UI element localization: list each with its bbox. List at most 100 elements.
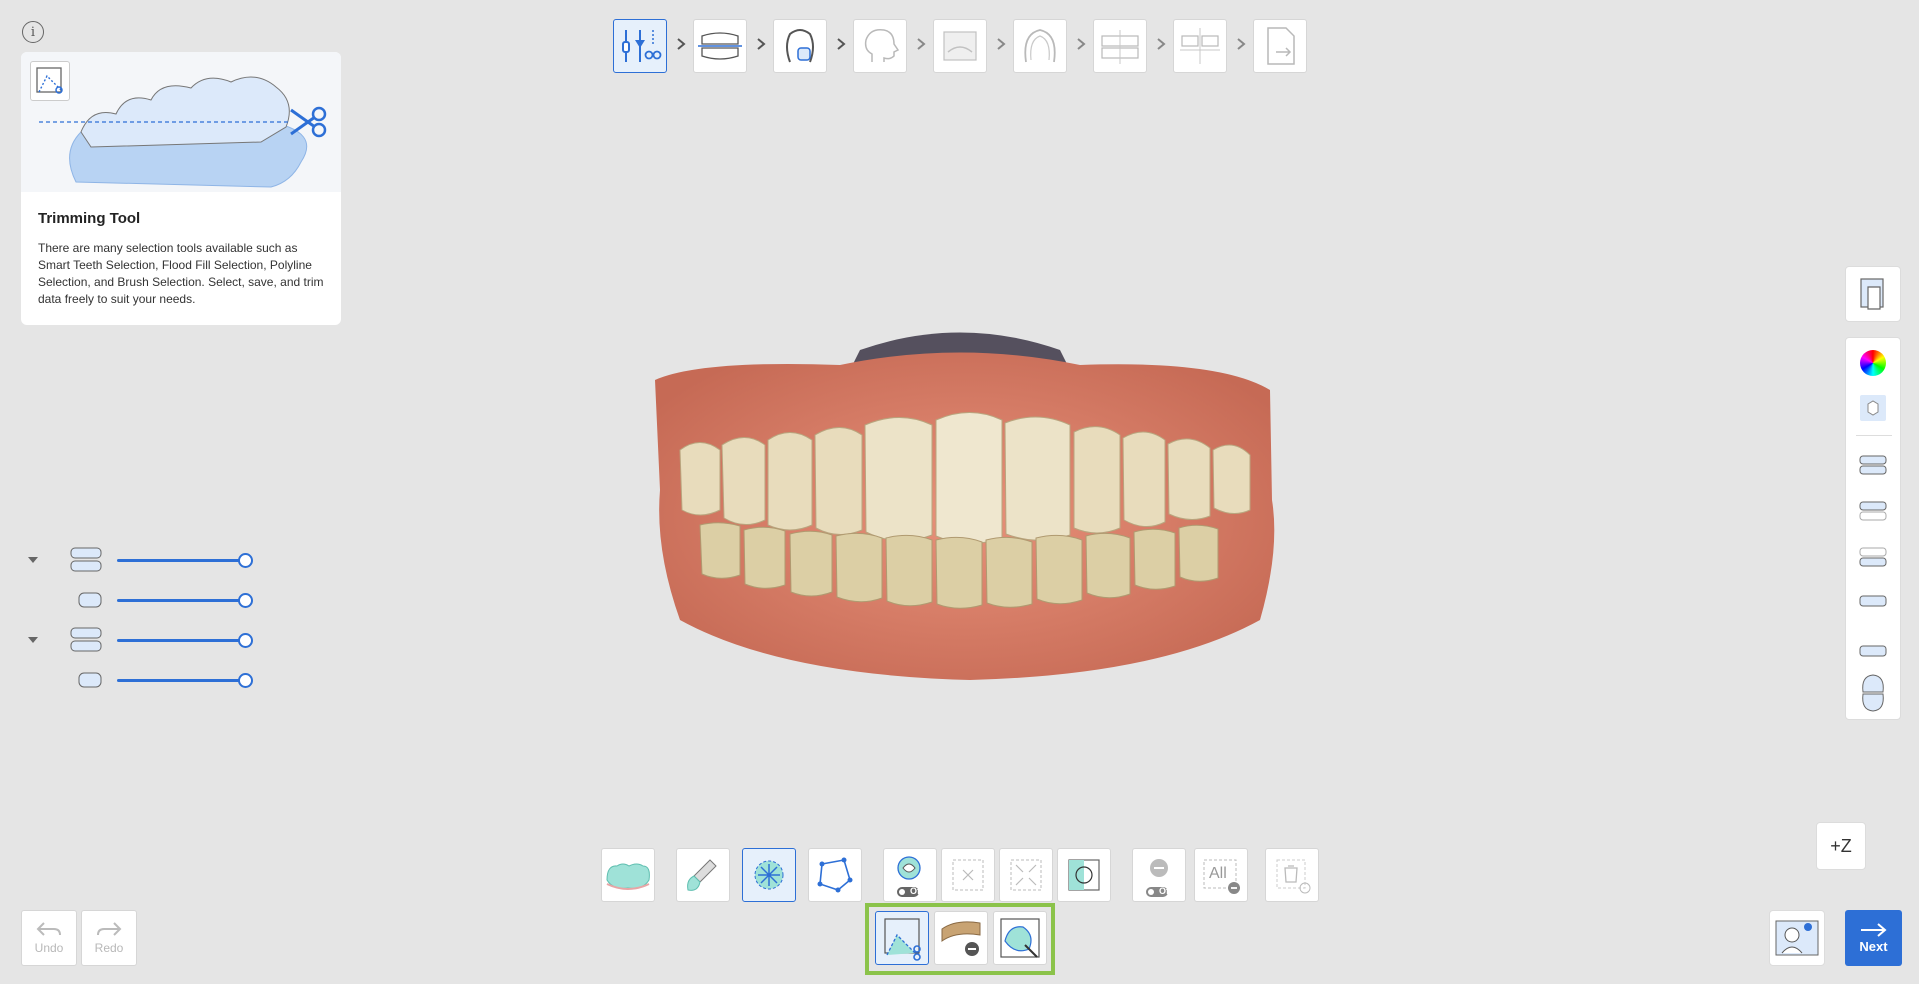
opacity-slider-knob[interactable]	[238, 553, 253, 568]
chevron-right-icon	[757, 38, 766, 50]
upper-lower-jaw-icon	[70, 547, 102, 572]
help-title: Trimming Tool	[38, 210, 141, 227]
color-wheel-icon[interactable]	[1860, 350, 1886, 376]
export-document-icon	[1267, 27, 1295, 65]
brush-icon	[687, 859, 717, 891]
lower-jaw-icon	[78, 672, 102, 688]
collapse-caret-icon[interactable]	[27, 635, 39, 645]
delete-selection-button[interactable]	[1265, 848, 1319, 902]
layer-row-lower-group	[22, 625, 253, 655]
chevron-right-icon	[677, 38, 686, 50]
polyline-icon	[817, 857, 853, 893]
opacity-slider-track[interactable]	[117, 599, 247, 602]
layer-row-upper-sub	[22, 585, 253, 615]
all-label: All	[1209, 865, 1227, 882]
face-profile-icon	[864, 28, 900, 62]
next-button[interactable]: Next	[1845, 910, 1902, 966]
invert-selection-button[interactable]	[1057, 848, 1111, 902]
workflow-step-alignment[interactable]	[1093, 19, 1147, 73]
upper-only-icon[interactable]	[1858, 588, 1888, 618]
workflow-step-face-scan[interactable]	[853, 19, 907, 73]
toggle-off-label: Off	[1159, 886, 1172, 896]
opacity-slider-knob[interactable]	[238, 593, 253, 608]
smart-teeth-icon	[606, 863, 650, 890]
lock-area-icon	[941, 921, 981, 956]
help-card: Trimming Tool There are many selection t…	[21, 52, 341, 325]
see-through-toggle-button[interactable]: Off	[883, 848, 937, 902]
alignment-icon	[1101, 30, 1139, 64]
workflow-step-trimming[interactable]	[613, 19, 667, 73]
layer-row-lower-sub	[22, 665, 253, 695]
flood-fill-icon	[754, 860, 784, 890]
workflow-step-occlusion[interactable]	[693, 19, 747, 73]
cbct-icon	[943, 31, 977, 61]
lower-only-icon[interactable]	[1858, 634, 1888, 664]
deselect-visible-button[interactable]	[999, 848, 1053, 902]
smart-teeth-selection-button[interactable]	[601, 848, 655, 902]
chevron-right-icon	[1077, 38, 1086, 50]
chevron-right-icon	[997, 38, 1006, 50]
workflow-step-arch[interactable]	[1013, 19, 1067, 73]
chevron-right-icon	[1237, 38, 1246, 50]
z-axis-button[interactable]: +Z	[1816, 822, 1866, 870]
split-jaw-icon	[1180, 28, 1220, 64]
layer-row-upper-group	[22, 545, 253, 575]
lower-jaw-layer-icon[interactable]	[1858, 542, 1888, 572]
upper-lower-jaw-icon	[70, 627, 102, 652]
tutorial-button[interactable]	[1769, 910, 1825, 966]
clear-all-selection-button[interactable]: All	[1194, 848, 1248, 902]
workflow-step-margin[interactable]	[773, 19, 827, 73]
upper-jaw-layer-icon[interactable]	[1858, 496, 1888, 526]
flood-fill-selection-button[interactable]	[742, 848, 796, 902]
dental-3d-model-viewport[interactable]	[640, 320, 1290, 680]
arch-tooth-icon	[786, 29, 814, 63]
opacity-slider-track[interactable]	[117, 639, 247, 642]
trimming-illustration	[21, 52, 341, 192]
help-description: There are many selection tools available…	[38, 241, 324, 306]
opacity-slider-knob[interactable]	[238, 673, 253, 688]
remove-toggle-button[interactable]: Off	[1132, 848, 1186, 902]
both-jaws-icon[interactable]	[1858, 450, 1888, 480]
invert-selection-icon	[1068, 859, 1100, 891]
undo-arrow-icon	[36, 922, 61, 936]
toggle-off-label: Off	[910, 886, 923, 896]
divider	[1856, 435, 1892, 436]
opacity-slider-track[interactable]	[117, 559, 247, 562]
texture-cube-icon[interactable]	[1860, 395, 1886, 421]
occlusion-icon	[698, 32, 742, 60]
upper-jaw-icon	[78, 592, 102, 608]
redo-label: Redo	[94, 941, 124, 955]
visible-area-icon	[952, 859, 984, 891]
collapse-caret-icon[interactable]	[27, 555, 39, 565]
expand-area-icon	[1010, 859, 1042, 891]
arrow-right-icon	[1860, 923, 1887, 937]
fill-hole-icon	[1000, 918, 1040, 958]
next-label: Next	[1859, 939, 1888, 954]
redo-button[interactable]: Redo	[81, 910, 137, 966]
document-view-icon	[1860, 278, 1884, 310]
trim-selection-button[interactable]	[875, 911, 929, 965]
workflow-step-cbct[interactable]	[933, 19, 987, 73]
trim-tool-icon	[30, 61, 70, 101]
redo-arrow-icon	[97, 922, 122, 936]
lock-selection-button[interactable]	[934, 911, 988, 965]
brush-selection-button[interactable]	[676, 848, 730, 902]
info-button[interactable]: i	[22, 21, 44, 43]
chevron-right-icon	[1157, 38, 1166, 50]
doctor-guide-icon	[1775, 920, 1819, 956]
right-tool-panel	[1845, 337, 1901, 720]
chevron-right-icon	[837, 38, 846, 50]
workflow-step-export[interactable]	[1253, 19, 1307, 73]
view-panel-button[interactable]	[1845, 266, 1901, 322]
select-visible-button[interactable]	[941, 848, 995, 902]
save-selection-button[interactable]	[993, 911, 1047, 965]
trim-icon	[884, 918, 921, 961]
opacity-slider-knob[interactable]	[238, 633, 253, 648]
workflow-step-split[interactable]	[1173, 19, 1227, 73]
undo-button[interactable]: Undo	[21, 910, 77, 966]
occlusal-view-icon[interactable]	[1858, 672, 1888, 714]
trim-sliders-icon	[622, 30, 662, 62]
polyline-selection-button[interactable]	[808, 848, 862, 902]
palate-arch-icon	[1024, 29, 1056, 63]
opacity-slider-track[interactable]	[117, 679, 247, 682]
